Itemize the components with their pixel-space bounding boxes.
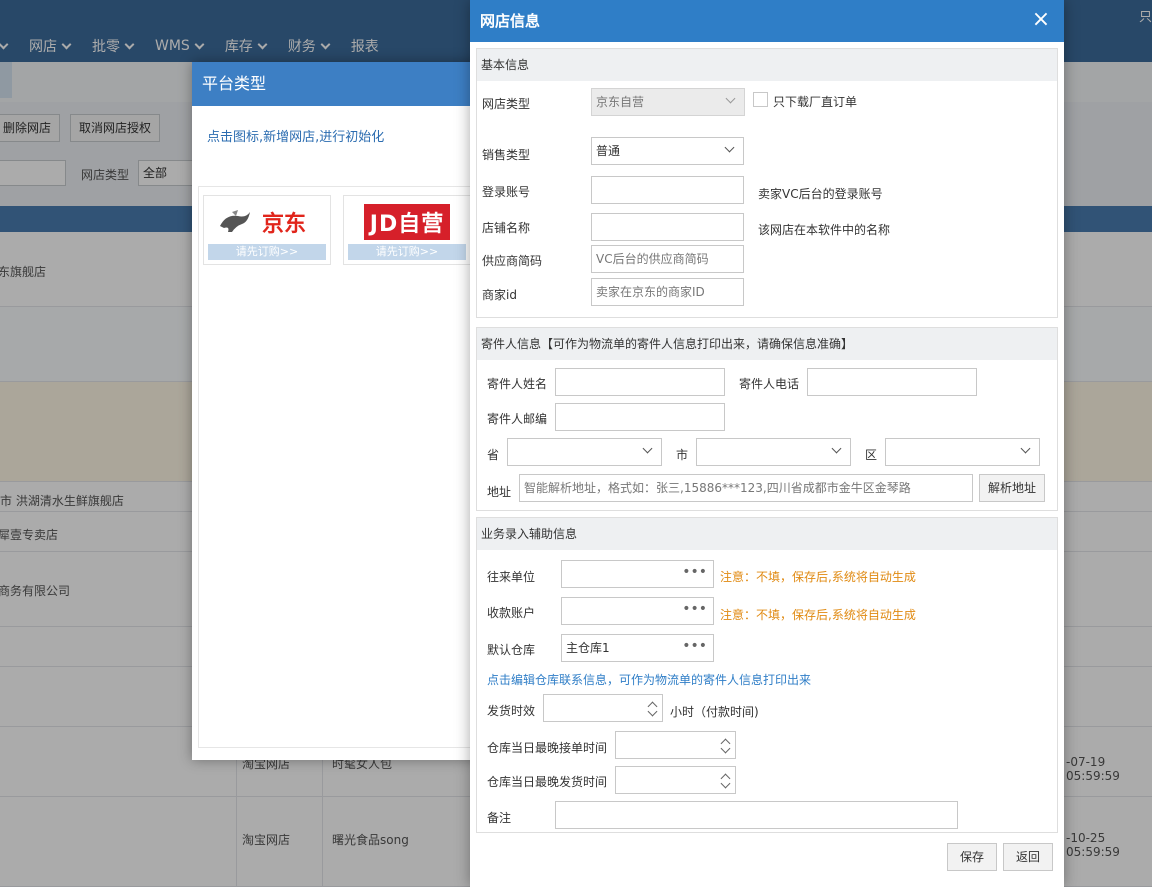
business-info-section: 业务录入辅助信息 往来单位 ••• 注意：不填，保存后,系统将自动生成 收款账户… [476, 517, 1058, 833]
sender-postcode-label: 寄件人邮编 [487, 412, 548, 426]
stepper-icon[interactable] [717, 732, 735, 760]
ship-time-input[interactable] [543, 694, 663, 722]
only-factory-label: 只下载厂直订单 [773, 95, 858, 109]
jd-logo: 京东 [208, 200, 326, 244]
city-label: 市 [676, 448, 689, 462]
login-account-hint: 卖家VC后台的登录账号 [758, 187, 883, 201]
remark-label: 备注 [487, 811, 512, 825]
district-select[interactable] [885, 438, 1040, 466]
shop-info-dialog: 网店信息 × 基本信息 网店类型 京东自营 只下载厂直订单 销售类型 普通 登录… [470, 0, 1064, 887]
platform-card-list: 京东 请先订购>> JD自营 请先订购>> [198, 186, 488, 748]
store-name-hint: 该网店在本软件中的名称 [758, 223, 891, 237]
shop-type-label: 网店类型 [482, 97, 531, 111]
partner-note: 注意：不填，保存后,系统将自动生成 [720, 570, 916, 584]
address-input[interactable] [519, 474, 973, 502]
stepper-icon[interactable] [644, 695, 662, 723]
merchant-id-label: 商家id [482, 288, 517, 302]
latest-ship-time-input[interactable] [615, 766, 736, 794]
ship-time-unit: 小时（付款时间) [670, 705, 759, 719]
ship-time-label: 发货时效 [487, 704, 536, 718]
sale-type-label: 销售类型 [482, 148, 531, 162]
chevron-down-icon [831, 443, 842, 454]
platform-dialog-title: 平台类型 [192, 62, 482, 106]
sale-type-value: 普通 [596, 144, 621, 158]
store-name-label: 店铺名称 [482, 221, 531, 235]
merchant-id-input[interactable] [591, 278, 744, 306]
sender-name-label: 寄件人姓名 [487, 377, 548, 391]
account-note: 注意：不填，保存后,系统将自动生成 [720, 608, 916, 622]
supplier-code-label: 供应商简码 [482, 254, 543, 268]
subscribe-link[interactable]: 请先订购>> [208, 244, 326, 260]
shop-type-value: 京东自营 [596, 95, 645, 109]
sale-type-select[interactable]: 普通 [591, 137, 744, 165]
province-select[interactable] [507, 438, 662, 466]
latest-order-time-label: 仓库当日最晚接单时间 [487, 741, 608, 755]
store-name-input[interactable] [591, 213, 744, 241]
latest-order-time-input[interactable] [615, 731, 736, 759]
sender-phone-label: 寄件人电话 [739, 377, 800, 391]
warehouse-label: 默认仓库 [487, 643, 536, 657]
latest-ship-time-label: 仓库当日最晚发货时间 [487, 775, 608, 789]
chevron-down-icon [1020, 443, 1031, 454]
city-select[interactable] [696, 438, 851, 466]
warehouse-value: 主仓库1 [566, 641, 610, 655]
district-label: 区 [865, 448, 878, 462]
edit-warehouse-contact-link[interactable]: 点击编辑仓库联系信息，可作为物流单的寄件人信息打印出来 [487, 671, 811, 688]
more-icon[interactable]: ••• [682, 635, 707, 657]
platform-dialog-hint: 点击图标,新增网店,进行初始化 [207, 130, 385, 145]
save-button[interactable]: 保存 [947, 843, 997, 871]
shop-type-select: 京东自营 [591, 88, 745, 116]
more-icon[interactable]: ••• [682, 561, 707, 583]
sender-name-input[interactable] [555, 368, 725, 396]
province-label: 省 [487, 448, 500, 462]
address-label: 地址 [487, 485, 512, 499]
jd-self-logo-text: JD自营 [363, 204, 451, 240]
dialog-title: 网店信息 [470, 0, 1064, 42]
sender-info-section: 寄件人信息【可作为物流单的寄件人信息打印出来，请确保信息准确】 寄件人姓名 寄件… [476, 327, 1058, 511]
parse-address-button[interactable]: 解析地址 [979, 474, 1045, 502]
chevron-down-icon [642, 443, 653, 454]
sender-phone-input[interactable] [807, 368, 977, 396]
login-account-input[interactable] [591, 176, 744, 204]
sender-postcode-input[interactable] [555, 403, 725, 431]
stepper-icon[interactable] [717, 767, 735, 795]
partner-picker[interactable]: ••• [561, 560, 714, 588]
chevron-down-icon [724, 142, 735, 153]
back-button[interactable]: 返回 [1003, 843, 1053, 871]
jd-logo-text: 京东 [262, 212, 307, 237]
warehouse-picker[interactable]: 主仓库1 ••• [561, 634, 714, 662]
only-factory-checkbox[interactable] [753, 92, 768, 107]
platform-card-jd-self[interactable]: JD自营 请先订购>> [343, 195, 471, 265]
partner-label: 往来单位 [487, 570, 536, 584]
section-header: 业务录入辅助信息 [477, 518, 1057, 550]
platform-type-dialog: 平台类型 点击图标,新增网店,进行初始化 京东 请先订购>> JD自营 请先订购… [192, 62, 488, 760]
account-picker[interactable]: ••• [561, 597, 714, 625]
supplier-code-input[interactable] [591, 245, 744, 273]
login-account-label: 登录账号 [482, 185, 531, 199]
subscribe-link[interactable]: 请先订购>> [348, 244, 466, 260]
platform-card-jd[interactable]: 京东 请先订购>> [203, 195, 331, 265]
chevron-down-icon [725, 93, 736, 104]
basic-info-section: 基本信息 网店类型 京东自营 只下载厂直订单 销售类型 普通 登录账号 卖家VC… [476, 48, 1058, 318]
jd-self-logo: JD自营 [348, 200, 466, 244]
more-icon[interactable]: ••• [682, 598, 707, 620]
remark-input[interactable] [555, 801, 958, 829]
section-header: 基本信息 [477, 49, 1057, 81]
close-icon[interactable]: × [1030, 8, 1052, 32]
account-label: 收款账户 [487, 606, 536, 620]
section-header: 寄件人信息【可作为物流单的寄件人信息打印出来，请确保信息准确】 [477, 328, 1057, 360]
